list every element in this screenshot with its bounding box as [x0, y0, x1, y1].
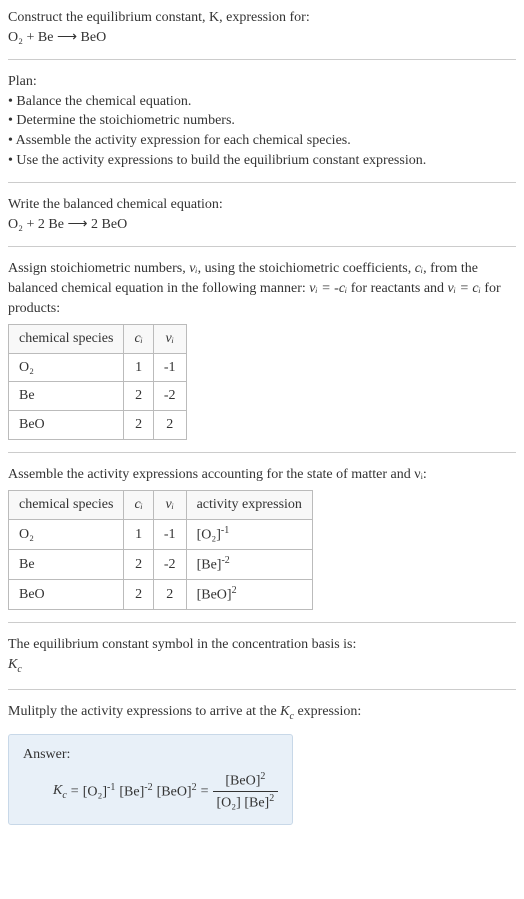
balanced-section: Write the balanced chemical equation: O₂… [8, 195, 516, 234]
plan-section: Plan: • Balance the chemical equation. •… [8, 72, 516, 170]
cell-species: O₂ [9, 519, 124, 549]
plan-bullet-2: • Determine the stoichiometric numbers. [8, 113, 235, 128]
kc-symbol: Kc [53, 781, 67, 803]
cell-v: 2 [153, 580, 186, 610]
cell-v: -1 [153, 519, 186, 549]
plan-bullet-4: • Use the activity expressions to build … [8, 153, 426, 168]
ci-symbol: cᵢ [415, 261, 423, 276]
col-nu: νᵢ [153, 491, 186, 520]
stoich-rel1: νᵢ = -cᵢ [309, 281, 347, 296]
cell-species: BeO [9, 580, 124, 610]
cell-c: 2 [124, 580, 153, 610]
activity-table: chemical species cᵢ νᵢ activity expressi… [8, 490, 313, 610]
cell-v: -2 [153, 549, 186, 579]
multiply-section: Mulitply the activity expressions to arr… [8, 702, 516, 724]
term-3: [BeO]2 [157, 781, 197, 802]
cell-c: 2 [124, 410, 153, 439]
multiply-text-1: Mulitply the activity expressions to arr… [8, 704, 280, 719]
cell-v: -2 [153, 382, 186, 411]
cell-c: 2 [124, 382, 153, 411]
kc-symbol: Kc [8, 657, 22, 672]
balanced-heading: Write the balanced chemical equation: [8, 197, 223, 212]
cell-activity: [Be]-2 [186, 549, 312, 579]
cell-c: 1 [124, 353, 153, 382]
fraction-numerator: [BeO]2 [213, 770, 279, 792]
equals-sign: = [71, 782, 79, 802]
prompt: Construct the equilibrium constant, K, e… [8, 8, 516, 47]
col-species: chemical species [9, 491, 124, 520]
fraction: [BeO]2 [O₂] [Be]2 [213, 770, 279, 814]
cell-activity: [O₂]-1 [186, 519, 312, 549]
cell-c: 1 [124, 519, 153, 549]
table-row: BeO 2 2 [9, 410, 187, 439]
table-header-row: chemical species cᵢ νᵢ [9, 325, 187, 354]
plan-bullet-3: • Assemble the activity expression for e… [8, 133, 351, 148]
prompt-eq-rhs: BeO [81, 30, 107, 45]
cell-c: 2 [124, 549, 153, 579]
activity-heading: Assemble the activity expressions accoun… [8, 467, 427, 482]
cell-species: O₂ [9, 353, 124, 382]
stoich-text-4: for reactants and [347, 281, 447, 296]
arrow-icon: ⟶ [57, 30, 77, 45]
stoich-table: chemical species cᵢ νᵢ O₂ 1 -1 Be 2 -2 B… [8, 324, 187, 439]
col-species: chemical species [9, 325, 124, 354]
activity-section: Assemble the activity expressions accoun… [8, 465, 516, 611]
col-ci: cᵢ [124, 491, 153, 520]
multiply-text-2: expression: [294, 704, 361, 719]
answer-label: Answer: [23, 745, 278, 765]
arrow-icon: ⟶ [67, 217, 87, 232]
col-ci: cᵢ [124, 325, 153, 354]
cell-species: Be [9, 382, 124, 411]
cell-v: 2 [153, 410, 186, 439]
symbol-section: The equilibrium constant symbol in the c… [8, 635, 516, 676]
balanced-lhs: O₂ + 2 Be [8, 217, 64, 232]
cell-species: BeO [9, 410, 124, 439]
stoich-rel2: νᵢ = cᵢ [448, 281, 481, 296]
equals-sign: = [201, 782, 209, 802]
term-2: [Be]-2 [119, 781, 152, 802]
stoich-text-1: Assign stoichiometric numbers, [8, 261, 189, 276]
stoich-text-2: , using the stoichiometric coefficients, [198, 261, 415, 276]
table-row: BeO 2 2 [BeO]2 [9, 580, 313, 610]
col-activity: activity expression [186, 491, 312, 520]
term-1: [O₂]-1 [83, 781, 116, 802]
answer-equation: Kc = [O₂]-1 [Be]-2 [BeO]2 = [BeO]2 [O₂] … [53, 770, 278, 814]
stoich-section: Assign stoichiometric numbers, νᵢ, using… [8, 259, 516, 439]
symbol-line1: The equilibrium constant symbol in the c… [8, 637, 356, 652]
table-row: O₂ 1 -1 [O₂]-1 [9, 519, 313, 549]
plan-heading: Plan: [8, 74, 37, 89]
plan-bullet-1: • Balance the chemical equation. [8, 94, 191, 109]
balanced-rhs: 2 BeO [91, 217, 127, 232]
cell-v: -1 [153, 353, 186, 382]
col-nu: νᵢ [153, 325, 186, 354]
cell-activity: [BeO]2 [186, 580, 312, 610]
prompt-eq-lhs: O₂ + Be [8, 30, 53, 45]
fraction-denominator: [O₂] [Be]2 [213, 792, 279, 813]
table-row: O₂ 1 -1 [9, 353, 187, 382]
kc-symbol: Kc [280, 704, 294, 719]
answer-box: Answer: Kc = [O₂]-1 [Be]-2 [BeO]2 = [BeO… [8, 734, 293, 825]
nu-symbol: νᵢ [189, 261, 197, 276]
prompt-line1: Construct the equilibrium constant, K, e… [8, 10, 310, 25]
cell-species: Be [9, 549, 124, 579]
table-row: Be 2 -2 [Be]-2 [9, 549, 313, 579]
table-row: Be 2 -2 [9, 382, 187, 411]
table-header-row: chemical species cᵢ νᵢ activity expressi… [9, 491, 313, 520]
